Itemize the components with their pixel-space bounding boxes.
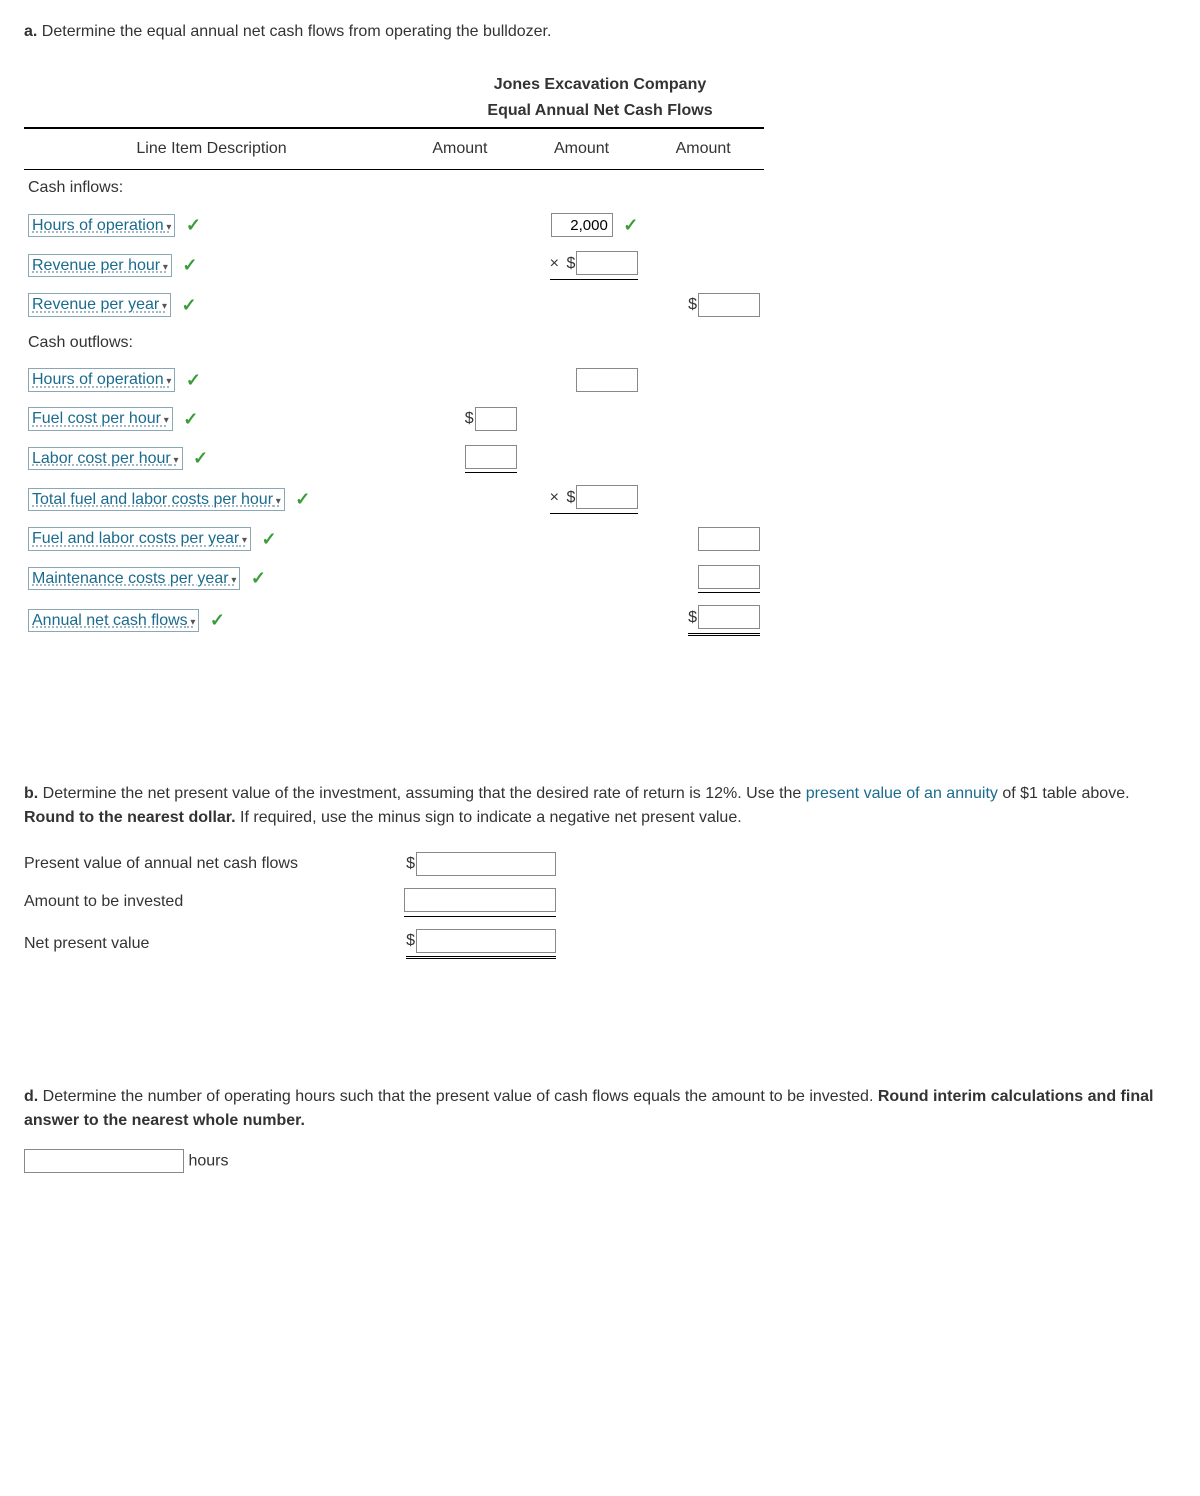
table-row: Cash inflows: xyxy=(24,170,764,207)
dollar-sign: $ xyxy=(406,932,415,949)
header-amt2: Amount xyxy=(521,128,643,170)
header-desc: Line Item Description xyxy=(24,128,399,170)
input-rev-year[interactable] xyxy=(698,293,760,317)
table-row: Total fuel and labor costs per hour ✓ × … xyxy=(24,479,764,520)
table-row: Labor cost per hour ✓ xyxy=(24,439,764,480)
check-icon: ✓ xyxy=(210,607,225,634)
statement-title: Equal Annual Net Cash Flows xyxy=(24,98,1176,124)
dollar-sign: $ xyxy=(406,855,415,872)
cash-inflows-header: Cash inflows: xyxy=(24,170,399,207)
table-row: Fuel cost per hour ✓ $ xyxy=(24,400,764,439)
npv-table: Present value of annual net cash flows $… xyxy=(24,846,566,966)
check-icon: ✓ xyxy=(186,367,201,394)
multiply-symbol: × xyxy=(550,255,559,272)
part-b: b. Determine the net present value of th… xyxy=(24,782,1176,966)
input-fuel-hour[interactable] xyxy=(475,407,517,431)
table-title-block: Jones Excavation Company Equal Annual Ne… xyxy=(24,72,1176,123)
check-icon: ✓ xyxy=(251,565,266,592)
part-d-label: d. xyxy=(24,1088,38,1105)
check-icon: ✓ xyxy=(261,526,276,553)
input-fl-year[interactable] xyxy=(698,527,760,551)
company-name: Jones Excavation Company xyxy=(24,72,1176,98)
table-row: Fuel and labor costs per year ✓ xyxy=(24,520,764,559)
hours-unit: hours xyxy=(188,1153,228,1170)
dropdown-total-fl-hour[interactable]: Total fuel and labor costs per hour xyxy=(28,488,285,511)
check-icon: ✓ xyxy=(186,212,201,239)
input-maint-year[interactable] xyxy=(698,565,760,589)
table-row: Net present value $ xyxy=(24,923,566,966)
dollar-sign: $ xyxy=(566,255,575,272)
header-amt3: Amount xyxy=(642,128,764,170)
table-row: Revenue per hour ✓ × $ xyxy=(24,245,764,286)
part-b-bold: Round to the nearest dollar. xyxy=(24,809,236,826)
check-icon: ✓ xyxy=(182,252,197,279)
part-a-prompt: Determine the equal annual net cash flow… xyxy=(42,23,552,40)
input-hours-out[interactable] xyxy=(576,368,638,392)
row-npv-label: Net present value xyxy=(24,923,404,966)
part-b-text2: of $1 table above. xyxy=(998,785,1130,802)
input-hours-in[interactable] xyxy=(551,213,613,237)
dropdown-rev-year[interactable]: Revenue per year xyxy=(28,293,171,316)
row-pv-label: Present value of annual net cash flows xyxy=(24,846,404,883)
dropdown-fl-year[interactable]: Fuel and labor costs per year xyxy=(28,527,251,550)
dropdown-maint-year[interactable]: Maintenance costs per year xyxy=(28,567,240,590)
cash-outflows-header: Cash outflows: xyxy=(24,325,399,361)
part-b-text1: Determine the net present value of the i… xyxy=(43,785,806,802)
part-b-label: b. xyxy=(24,785,38,802)
dropdown-rev-hour[interactable]: Revenue per hour xyxy=(28,254,172,277)
part-b-text3: If required, use the minus sign to indic… xyxy=(236,809,742,826)
dollar-sign: $ xyxy=(465,410,474,427)
input-net[interactable] xyxy=(698,605,760,629)
table-row: Cash outflows: xyxy=(24,325,764,361)
dropdown-net[interactable]: Annual net cash flows xyxy=(28,609,199,632)
table-row: Amount to be invested xyxy=(24,882,566,923)
input-rev-hour[interactable] xyxy=(576,251,638,275)
input-invest[interactable] xyxy=(404,888,556,912)
table-row: Hours of operation ✓ xyxy=(24,361,764,400)
check-icon: ✓ xyxy=(183,406,198,433)
dropdown-fuel-hour[interactable]: Fuel cost per hour xyxy=(28,407,173,430)
table-row: Hours of operation ✓ ✓ xyxy=(24,206,764,245)
part-a: a. Determine the equal annual net cash f… xyxy=(24,20,1176,44)
check-icon: ✓ xyxy=(623,212,638,239)
part-d: d. Determine the number of operating hou… xyxy=(24,1085,1176,1174)
multiply-symbol: × xyxy=(550,489,559,506)
table-row: Revenue per year ✓ $ xyxy=(24,286,764,325)
cash-flows-table: Line Item Description Amount Amount Amou… xyxy=(24,127,764,642)
header-amt1: Amount xyxy=(399,128,521,170)
check-icon: ✓ xyxy=(295,486,310,513)
pv-annuity-link[interactable]: present value of an annuity xyxy=(806,785,998,802)
check-icon: ✓ xyxy=(193,445,208,472)
part-a-label: a. xyxy=(24,23,37,40)
part-d-text1: Determine the number of operating hours … xyxy=(43,1088,878,1105)
input-hours[interactable] xyxy=(24,1149,184,1173)
dropdown-hours-out[interactable]: Hours of operation xyxy=(28,368,175,391)
table-row: Present value of annual net cash flows $ xyxy=(24,846,566,883)
dollar-sign: $ xyxy=(566,489,575,506)
input-labor-hour[interactable] xyxy=(465,445,517,469)
input-pv[interactable] xyxy=(416,852,556,876)
input-total-fl-hour[interactable] xyxy=(576,485,638,509)
dropdown-hours-in[interactable]: Hours of operation xyxy=(28,214,175,237)
row-invest-label: Amount to be invested xyxy=(24,882,404,923)
dropdown-labor-hour[interactable]: Labor cost per hour xyxy=(28,447,183,470)
dollar-sign: $ xyxy=(688,296,697,313)
table-row: Annual net cash flows ✓ $ xyxy=(24,599,764,642)
table-row: Maintenance costs per year ✓ xyxy=(24,559,764,600)
check-icon: ✓ xyxy=(181,292,196,319)
dollar-sign: $ xyxy=(688,609,697,626)
input-npv[interactable] xyxy=(416,929,556,953)
